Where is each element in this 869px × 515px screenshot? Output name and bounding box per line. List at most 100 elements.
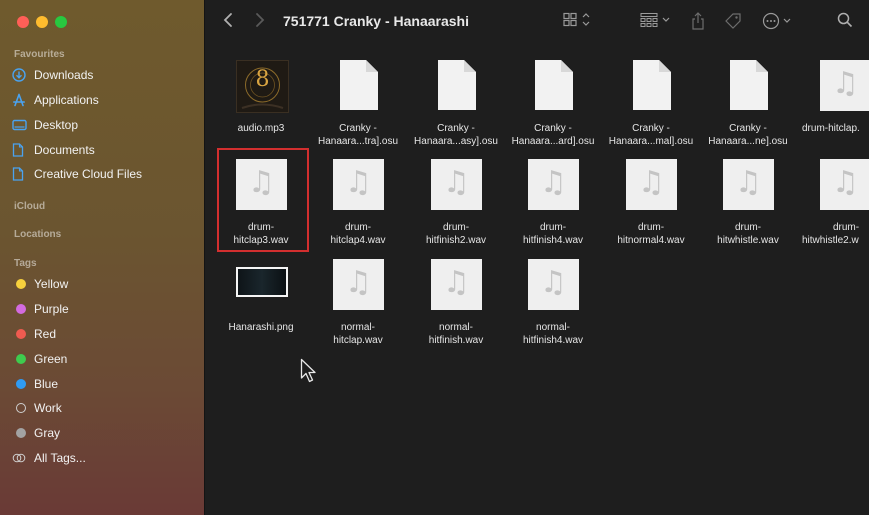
file-name-line2: hitfinish4.wav — [522, 335, 584, 346]
sidebar-section-icloud[interactable]: iCloud — [14, 201, 45, 212]
file-item[interactable]: ♫ drum- hitnormal4.wav — [603, 157, 699, 249]
music-note-icon: ♫ — [540, 265, 567, 300]
tag-color-dot — [16, 379, 26, 389]
music-note-icon: ♫ — [832, 165, 859, 200]
audio-file-icon: ♫ — [431, 259, 482, 310]
tag-red[interactable]: Red — [12, 323, 197, 345]
sidebar-item-label: Desktop — [34, 118, 79, 132]
audio-file-icon: ♫ — [723, 159, 774, 210]
album-art-thumbnail: 8 — [236, 60, 289, 113]
file-name-line2: hitclap4.wav — [330, 235, 386, 246]
tag-work[interactable]: Work — [12, 397, 197, 419]
sidebar-item-desktop[interactable]: Desktop — [12, 114, 197, 136]
close-window-button[interactable] — [17, 16, 29, 28]
file-name-line2: Hanaara...ard].osu — [511, 136, 595, 147]
chevron-right-icon — [256, 13, 265, 27]
audio-file-icon: ♫ — [431, 159, 482, 210]
icon-grid-icon — [563, 12, 590, 27]
tag-green[interactable]: Green — [12, 348, 197, 370]
toolbar: 751771 Cranky - Hanaarashi — [205, 0, 869, 44]
audio-file-icon: ♫ — [820, 60, 869, 111]
view-mode-button[interactable] — [563, 12, 593, 34]
file-name-line1: Cranky - — [729, 123, 767, 134]
file-item[interactable]: Cranky - Hanaara...asy].osu — [408, 58, 504, 150]
sidebar-item-label: Documents — [34, 143, 95, 157]
file-name-line1: drum- — [344, 222, 372, 233]
file-item[interactable]: Cranky - Hanaara...ard].osu — [505, 58, 601, 150]
file-item[interactable]: ♫ drum- hitwhistle2.w — [798, 157, 869, 249]
file-item[interactable]: ♫ drum- hitfinish2.wav — [408, 157, 504, 249]
file-name-line2: hitfinish2.wav — [425, 235, 487, 246]
file-item[interactable]: ♫ drum- hitclap4.wav — [310, 157, 406, 249]
sidebar-section-tags: Tags — [14, 258, 37, 269]
minimize-window-button[interactable] — [36, 16, 48, 28]
tag-blue[interactable]: Blue — [12, 373, 197, 395]
download-icon — [12, 68, 34, 82]
file-name-line1: Cranky - — [632, 123, 670, 134]
file-item[interactable]: Hanarashi.png — [213, 257, 309, 337]
file-item-selected[interactable]: ♫ drum- hitclap3.wav — [213, 157, 309, 249]
tag-gray[interactable]: Gray — [12, 422, 197, 444]
sidebar-item-label: Creative Cloud Files — [34, 167, 143, 181]
file-item[interactable]: ♫ normal- hitfinish.wav — [408, 257, 504, 349]
action-menu-button[interactable] — [762, 12, 794, 36]
tag-label: Purple — [34, 302, 69, 316]
sidebar-item-applications[interactable]: Applications — [12, 89, 197, 111]
audio-file-icon: ♫ — [820, 159, 869, 210]
tag-label: Gray — [34, 426, 61, 440]
document-file-icon — [730, 60, 768, 110]
all-tags-icon — [12, 453, 34, 463]
search-button[interactable] — [837, 12, 853, 34]
file-item[interactable]: ♫ normal- hitclap.wav — [310, 257, 406, 349]
audio-file-icon: ♫ — [528, 159, 579, 210]
forward-button[interactable] — [255, 12, 265, 34]
file-item[interactable]: ♫ drum- hitfinish4.wav — [505, 157, 601, 249]
file-name-line2: hitfinish4.wav — [522, 235, 584, 246]
file-item[interactable]: Cranky - Hanaara...tra].osu — [310, 58, 406, 150]
file-name-line1: normal- — [439, 322, 473, 333]
file-item[interactable]: Cranky - Hanaara...mal].osu — [603, 58, 699, 150]
file-item[interactable]: ♫ drum-hitclap. — [798, 58, 869, 150]
file-item[interactable]: ♫ drum- hitwhistle.wav — [700, 157, 796, 249]
audio-file-icon: ♫ — [333, 159, 384, 210]
tag-color-dot — [16, 329, 26, 339]
tag-color-dot — [16, 354, 26, 364]
group-button[interactable] — [640, 12, 672, 34]
file-item[interactable]: 8 audio.mp3 — [213, 58, 309, 138]
tag-purple[interactable]: Purple — [12, 298, 197, 320]
music-note-icon: ♫ — [638, 165, 665, 200]
audio-file-icon: ♫ — [626, 159, 677, 210]
group-grid-icon — [640, 13, 670, 27]
file-name: drum-hitclap. — [802, 123, 860, 134]
sidebar-section-locations[interactable]: Locations — [14, 229, 61, 240]
file-name-line1: normal- — [536, 322, 570, 333]
tag-button[interactable] — [724, 12, 742, 36]
search-icon — [837, 12, 853, 28]
file-name-line1: normal- — [341, 322, 375, 333]
file-name-line1: drum- — [637, 222, 665, 233]
sidebar-item-creative-cloud-files[interactable]: Creative Cloud Files — [12, 163, 197, 185]
file-item[interactable]: Cranky - Hanaara...ne].osu — [700, 58, 796, 150]
sidebar-item-downloads[interactable]: Downloads — [12, 64, 197, 86]
zoom-window-button[interactable] — [55, 16, 67, 28]
applications-icon — [12, 93, 34, 107]
sidebar-item-documents[interactable]: Documents — [12, 139, 197, 161]
file-item[interactable]: ♫ normal- hitfinish4.wav — [505, 257, 601, 349]
audio-file-icon: ♫ — [528, 259, 579, 310]
file-name-line2: Hanaara...tra].osu — [317, 136, 399, 147]
document-file-icon — [535, 60, 573, 110]
mouse-pointer-icon — [300, 358, 316, 383]
tag-yellow[interactable]: Yellow — [12, 273, 197, 295]
file-name-line2: hitwhistle2.w — [802, 235, 859, 246]
audio-file-icon: ♫ — [333, 259, 384, 310]
music-note-icon: ♫ — [735, 165, 762, 200]
back-button[interactable] — [223, 12, 233, 34]
music-note-icon: ♫ — [832, 66, 859, 101]
share-button[interactable] — [691, 12, 705, 36]
file-name-line1: drum- — [832, 222, 860, 233]
music-note-icon: ♫ — [540, 165, 567, 200]
tag-all-tags[interactable]: All Tags... — [12, 447, 197, 469]
file-name-line1: drum- — [734, 222, 762, 233]
sidebar-item-label: Applications — [34, 93, 99, 107]
tag-label: Work — [34, 401, 62, 415]
